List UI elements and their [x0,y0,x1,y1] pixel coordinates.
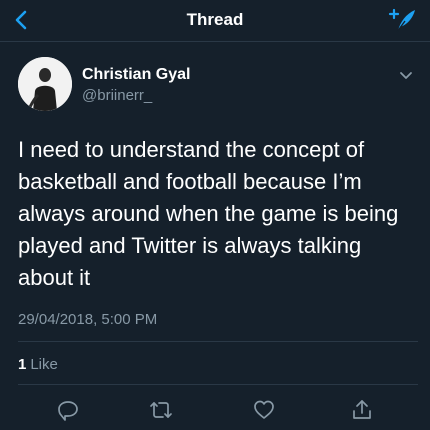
retweet-button[interactable] [149,398,173,422]
page-title: Thread [186,10,244,29]
navigation-header: Thread [0,0,430,42]
tweet-options-button[interactable] [398,70,414,82]
divider [18,384,418,385]
like-count: 1 [18,356,27,373]
divider [18,341,418,342]
chevron-down-icon [400,72,412,79]
reply-icon [58,401,78,421]
tweet-timestamp: 29/04/2018, 5:00 PM [18,311,158,328]
like-button[interactable] [252,398,276,422]
share-icon [353,400,371,419]
compose-tweet-button[interactable] [386,6,418,34]
avatar[interactable] [18,57,72,111]
tweet-thread-screen: Thread Christian Gyal @briinerr_ I need … [0,0,430,430]
author-name[interactable]: Christian Gyal [82,66,190,84]
author-photo [18,57,72,111]
reply-button[interactable] [56,398,80,422]
like-label: Like [30,356,58,373]
author-handle[interactable]: @briinerr_ [82,87,152,104]
share-button[interactable] [350,398,374,422]
retweet-icon [150,402,172,418]
compose-tweet-icon [388,8,415,33]
like-count-link[interactable]: 1 Like [18,356,58,373]
tweet-text: I need to understand the concept of bask… [18,137,399,290]
heart-icon [254,400,274,419]
